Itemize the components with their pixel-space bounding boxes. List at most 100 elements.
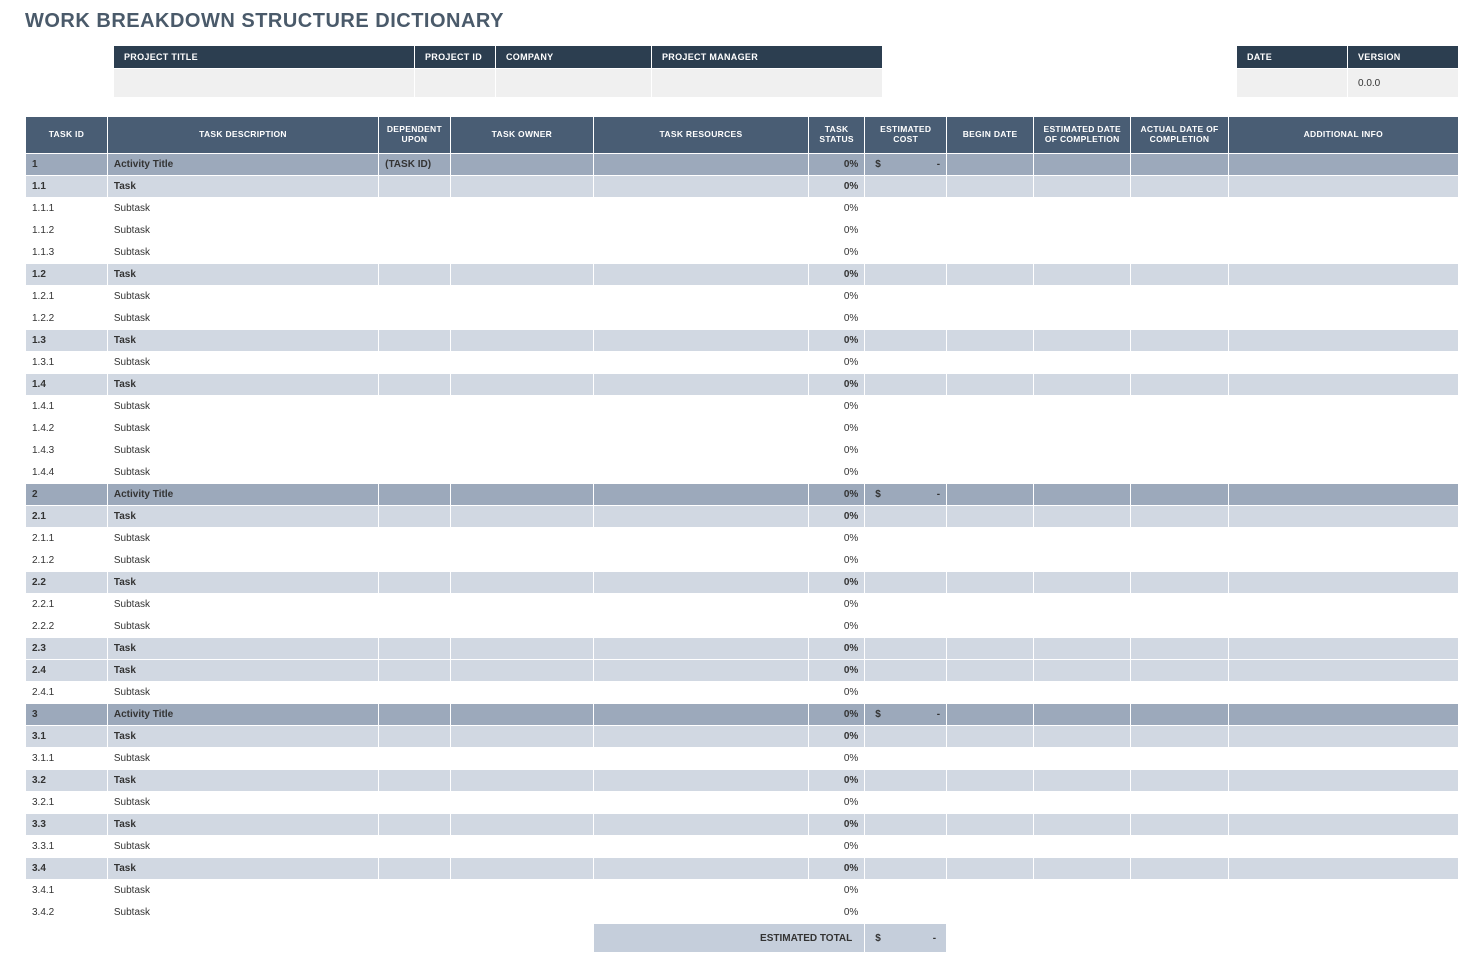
- cell[interactable]: [379, 462, 451, 484]
- cell[interactable]: 2.2.2: [26, 616, 108, 638]
- cell[interactable]: [1131, 814, 1228, 836]
- cell[interactable]: [947, 616, 1034, 638]
- cell[interactable]: 0%: [808, 572, 864, 594]
- cell[interactable]: [1034, 748, 1131, 770]
- cell[interactable]: [1131, 242, 1228, 264]
- cell[interactable]: [594, 484, 809, 506]
- cell[interactable]: [379, 682, 451, 704]
- cell[interactable]: [1228, 638, 1458, 660]
- cell[interactable]: [379, 836, 451, 858]
- cell[interactable]: [1034, 638, 1131, 660]
- cell[interactable]: 1.2: [26, 264, 108, 286]
- cell[interactable]: [450, 330, 593, 352]
- cell[interactable]: [947, 462, 1034, 484]
- cell[interactable]: [947, 198, 1034, 220]
- cell[interactable]: 0%: [808, 704, 864, 726]
- cell[interactable]: Subtask: [107, 352, 378, 374]
- cell[interactable]: [1131, 528, 1228, 550]
- cell[interactable]: Task: [107, 858, 378, 880]
- cell[interactable]: [450, 572, 593, 594]
- cell[interactable]: [1228, 308, 1458, 330]
- cell[interactable]: [379, 792, 451, 814]
- cell[interactable]: [379, 242, 451, 264]
- meta-cell[interactable]: [114, 69, 415, 98]
- cell[interactable]: [1228, 594, 1458, 616]
- cell[interactable]: [594, 308, 809, 330]
- cell[interactable]: [594, 220, 809, 242]
- cell[interactable]: [865, 396, 947, 418]
- cell[interactable]: [947, 770, 1034, 792]
- cell[interactable]: [379, 396, 451, 418]
- cell[interactable]: [947, 528, 1034, 550]
- cell[interactable]: [594, 792, 809, 814]
- cell[interactable]: 0%: [808, 154, 864, 176]
- cell[interactable]: Subtask: [107, 902, 378, 924]
- cell[interactable]: [865, 792, 947, 814]
- cell[interactable]: [1034, 330, 1131, 352]
- cell[interactable]: [594, 748, 809, 770]
- cell[interactable]: [379, 264, 451, 286]
- cell[interactable]: 0%: [808, 638, 864, 660]
- cell[interactable]: [865, 176, 947, 198]
- cell[interactable]: [450, 726, 593, 748]
- cell[interactable]: [1228, 286, 1458, 308]
- cell[interactable]: 0%: [808, 484, 864, 506]
- cell[interactable]: [1228, 198, 1458, 220]
- cell[interactable]: [1228, 902, 1458, 924]
- cell[interactable]: 3.1: [26, 726, 108, 748]
- cell[interactable]: Task: [107, 572, 378, 594]
- cell[interactable]: [1131, 484, 1228, 506]
- cell[interactable]: [450, 814, 593, 836]
- cell[interactable]: [865, 880, 947, 902]
- cell[interactable]: [1034, 814, 1131, 836]
- cell[interactable]: [865, 858, 947, 880]
- cell[interactable]: Subtask: [107, 528, 378, 550]
- cell[interactable]: [594, 286, 809, 308]
- cell[interactable]: [947, 176, 1034, 198]
- cell[interactable]: [379, 726, 451, 748]
- cell[interactable]: [379, 814, 451, 836]
- cell[interactable]: [1034, 880, 1131, 902]
- cell[interactable]: Subtask: [107, 396, 378, 418]
- cell[interactable]: [1131, 902, 1228, 924]
- cell[interactable]: [1131, 660, 1228, 682]
- cell[interactable]: [947, 308, 1034, 330]
- cell[interactable]: [379, 858, 451, 880]
- cell[interactable]: 0%: [808, 792, 864, 814]
- cell[interactable]: [379, 484, 451, 506]
- cell[interactable]: Activity Title: [107, 154, 378, 176]
- cell[interactable]: [1131, 440, 1228, 462]
- cell[interactable]: [450, 418, 593, 440]
- cell[interactable]: 1.3.1: [26, 352, 108, 374]
- cell[interactable]: [594, 374, 809, 396]
- cell[interactable]: [1228, 462, 1458, 484]
- cell[interactable]: [1228, 352, 1458, 374]
- cell[interactable]: [865, 462, 947, 484]
- cell[interactable]: Subtask: [107, 418, 378, 440]
- cell[interactable]: [947, 858, 1034, 880]
- cell[interactable]: [379, 352, 451, 374]
- cell[interactable]: 0%: [808, 660, 864, 682]
- cell[interactable]: 0%: [808, 462, 864, 484]
- cell[interactable]: [594, 550, 809, 572]
- cell[interactable]: 0%: [808, 836, 864, 858]
- cell[interactable]: [450, 506, 593, 528]
- cell[interactable]: [1228, 418, 1458, 440]
- cell[interactable]: Subtask: [107, 682, 378, 704]
- cell[interactable]: [1131, 418, 1228, 440]
- cell[interactable]: [1034, 462, 1131, 484]
- cell[interactable]: 3.4: [26, 858, 108, 880]
- cell[interactable]: 0%: [808, 264, 864, 286]
- cell[interactable]: [1034, 308, 1131, 330]
- cell[interactable]: [865, 594, 947, 616]
- cell[interactable]: [865, 726, 947, 748]
- cell[interactable]: [865, 748, 947, 770]
- cell[interactable]: [1228, 506, 1458, 528]
- cell[interactable]: [1131, 748, 1228, 770]
- cell[interactable]: [1228, 396, 1458, 418]
- cell[interactable]: [594, 880, 809, 902]
- cell[interactable]: [865, 682, 947, 704]
- cell[interactable]: [1034, 418, 1131, 440]
- cell[interactable]: [594, 616, 809, 638]
- cell[interactable]: 3: [26, 704, 108, 726]
